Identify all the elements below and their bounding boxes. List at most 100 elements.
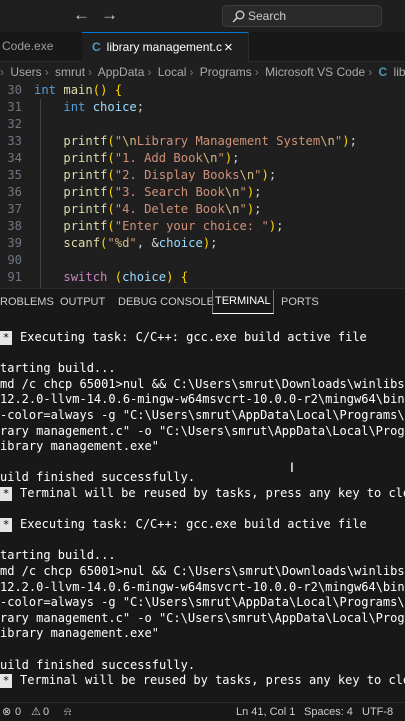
terminal-line: 12.2.0-llvm-14.0.6-mingw-w64msvcrt-10.0.… — [0, 391, 405, 407]
terminal-text: Terminal will be reused by tasks, press … — [20, 486, 405, 500]
tab-terminal[interactable]: TERMINAL — [212, 290, 274, 314]
line-number: 36 — [7, 185, 22, 199]
terminal-text: md /c chcp 65001>nul && C:\Users\smrut\D… — [0, 564, 405, 578]
terminal-text: ibrary management.exe" — [0, 439, 159, 454]
editor-tabs: Code.exe Clibrary management.c × — [0, 32, 405, 62]
tab-code-exe[interactable]: Code.exe — [0, 32, 83, 61]
task-star-icon: * — [0, 331, 12, 345]
status-bar: ⊗ 0 ⚠ 0 ⍾ Ln 41, Col 1 Spaces: 4 UTF-8 — [0, 702, 405, 721]
terminal-text: tarting build... — [0, 548, 116, 563]
ports-icon[interactable]: ⍾ — [64, 703, 71, 721]
close-icon[interactable]: × — [224, 33, 233, 62]
chevron-right-icon: › — [147, 65, 152, 79]
terminal-text: Executing task: C/C++: gcc.exe build act… — [20, 330, 367, 344]
line-number: 30 — [7, 83, 22, 97]
cursor-position[interactable]: Ln 41, Col 1 — [236, 703, 295, 721]
tab-library-management-c[interactable]: Clibrary management.c × — [82, 32, 249, 62]
terminal-line: md /c chcp 65001>nul && C:\Users\smrut\D… — [0, 376, 405, 392]
breadcrumb-item[interactable]: library — [394, 65, 405, 79]
breadcrumb-item[interactable]: smrut — [55, 65, 85, 79]
code-text: int main() { — [34, 83, 123, 97]
terminal-line: * Executing task: C/C++: gcc.exe build ac… — [0, 516, 367, 533]
task-star-icon: * — [0, 674, 12, 689]
code-text: printf("\nLibrary Management System\n"); — [63, 134, 357, 148]
terminal-line: rary management.c" -o "C:\Users\smrut\Ap… — [0, 610, 405, 626]
breadcrumb-item[interactable]: Programs — [200, 65, 252, 79]
breadcrumb-item[interactable]: AppData — [98, 65, 145, 79]
error-count[interactable]: 0 — [15, 703, 21, 721]
terminal-line: tarting build... — [0, 547, 116, 563]
code-text: switch (choice) { — [63, 270, 189, 284]
chevron-right-icon: › — [189, 65, 194, 79]
breadcrumb: › Users › smrut › AppData › Local › Programs… — [0, 62, 405, 82]
terminal-text: -color=always -g "C:\Users\smrut\AppData… — [0, 408, 405, 422]
terminal-text: md /c chcp 65001>nul && C:\Users\smrut\D… — [0, 376, 405, 391]
encoding[interactable]: UTF-8 — [362, 703, 393, 721]
title-bar: ← → Search — [0, 0, 405, 32]
chevron-right-icon: › — [44, 65, 49, 79]
task-star-icon: * — [0, 518, 12, 533]
terminal-line: 12.2.0-llvm-14.0.6-mingw-w64msvcrt-10.0.… — [0, 579, 405, 595]
line-number: 91 — [7, 270, 22, 284]
panel-tabs: ROBLEMS OUTPUT DEBUG CONSOLE TERMINAL PO… — [0, 288, 405, 316]
breadcrumb-item[interactable]: Local — [158, 65, 187, 79]
code-text: int choice; — [63, 100, 145, 114]
line-number: 37 — [7, 202, 22, 216]
task-star-icon: * — [0, 487, 12, 501]
terminal-line: * Terminal will be reused by tasks, press… — [0, 485, 405, 501]
terminal-text: Terminal will be reused by tasks, press … — [20, 673, 405, 688]
line-number: 90 — [7, 253, 22, 267]
breadcrumb-item[interactable]: Microsoft VS Code — [265, 65, 365, 79]
code-text: printf("4. Delete Book\n"); — [63, 202, 262, 216]
chevron-right-icon: › — [88, 65, 93, 79]
chevron-right-icon: › — [368, 65, 373, 79]
terminal-text: uild finished successfully. — [0, 657, 196, 672]
code-editor[interactable]: 30 int main() {31 int choice; 32 33 printf(… — [0, 82, 405, 288]
terminal-text: rary management.c" -o "C:\Users\smrut\Ap… — [0, 610, 405, 625]
warning-icon[interactable]: ⚠ — [31, 703, 41, 721]
line-number: 38 — [7, 219, 22, 233]
arrow-left-icon[interactable]: ← — [73, 5, 90, 25]
terminal-line: * Executing task: C/C++: gcc.exe build ac… — [0, 329, 367, 345]
warning-count[interactable]: 0 — [43, 703, 49, 721]
line-number: 32 — [7, 117, 22, 131]
terminal-text: Executing task: C/C++: gcc.exe build act… — [20, 517, 367, 532]
terminal-line: uild finished successfully. — [0, 469, 195, 485]
chevron-right-icon: › — [0, 65, 4, 79]
tab-ports[interactable]: PORTS — [281, 289, 319, 316]
search-box[interactable]: Search — [222, 5, 382, 27]
code-text: scanf("%d", &choice); — [63, 236, 218, 250]
terminal-text: 12.2.0-llvm-14.0.6-mingw-w64msvcrt-10.0.… — [0, 579, 405, 594]
code-text: printf("3. Search Book\n"); — [63, 185, 262, 199]
terminal-text: rary management.c" -o "C:\Users\smrut\Ap… — [0, 423, 405, 438]
terminal-line: md /c chcp 65001>nul && C:\Users\smrut\D… — [0, 563, 405, 579]
code-text: printf("1. Add Book\n"); — [63, 151, 240, 165]
c-file-icon: C — [92, 40, 101, 54]
terminal-line: uild finished successfully. — [0, 657, 195, 673]
arrow-right-icon[interactable]: → — [101, 5, 118, 25]
code-text: printf("Enter your choice: "); — [63, 219, 284, 233]
terminal-text: uild finished successfully. — [0, 470, 196, 485]
terminal-line: ibrary management.exe" — [0, 625, 159, 641]
terminal-line: * Terminal will be reused by tasks, press… — [0, 672, 405, 689]
terminal-text: 12.2.0-llvm-14.0.6-mingw-w64msvcrt-10.0.… — [0, 392, 405, 407]
tab-debug-console[interactable]: DEBUG CONSOLE — [118, 289, 214, 316]
code-text: printf("2. Display Books\n"); — [63, 168, 277, 182]
line-number: 34 — [7, 151, 22, 165]
terminal-line: rary management.c" -o "C:\Users\smrut\Ap… — [0, 423, 405, 439]
terminal-line: ibrary management.exe" — [0, 438, 159, 454]
text-cursor-icon: I — [290, 459, 294, 475]
terminal-output[interactable]: * Executing task: C/C++: gcc.exe build ac… — [0, 316, 405, 702]
terminal-line: -color=always -g "C:\Users\smrut\AppData… — [0, 407, 405, 423]
terminal-text: -color=always -g "C:\Users\smrut\AppData… — [0, 595, 405, 610]
line-number: 35 — [7, 168, 22, 182]
tab-problems[interactable]: ROBLEMS — [0, 289, 54, 316]
tab-label: library management.c — [106, 40, 223, 54]
line-number: 31 — [7, 100, 22, 114]
breadcrumb-item[interactable]: Users — [10, 65, 41, 79]
error-icon[interactable]: ⊗ — [2, 703, 11, 721]
terminal-line: -color=always -g "C:\Users\smrut\AppData… — [0, 594, 405, 610]
terminal-text: tarting build... — [0, 361, 116, 376]
tab-output[interactable]: OUTPUT — [60, 289, 105, 316]
indentation[interactable]: Spaces: 4 — [304, 703, 353, 721]
